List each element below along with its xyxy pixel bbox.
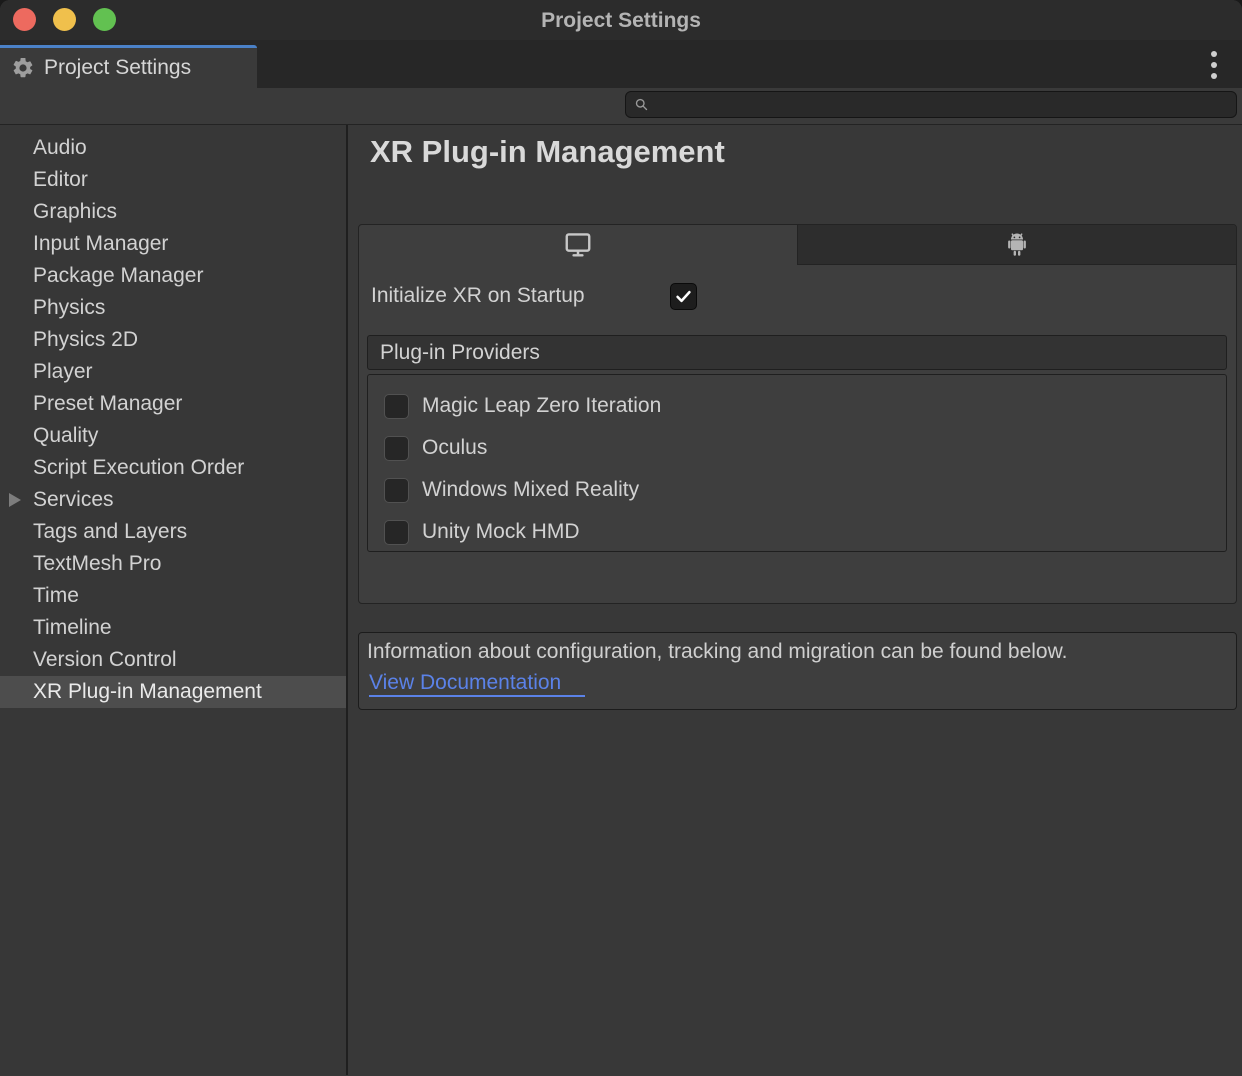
- more-menu-icon[interactable]: [1205, 51, 1223, 79]
- sidebar-item-audio[interactable]: Audio: [0, 132, 346, 164]
- sidebar-item-services[interactable]: Services: [0, 484, 346, 516]
- sidebar-item-label: XR Plug-in Management: [33, 680, 262, 703]
- sidebar-item-script-execution-order[interactable]: Script Execution Order: [0, 452, 346, 484]
- search-box[interactable]: [625, 91, 1237, 118]
- sidebar-item-input-manager[interactable]: Input Manager: [0, 228, 346, 260]
- sidebar-item-version-control[interactable]: Version Control: [0, 644, 346, 676]
- sidebar-item-player[interactable]: Player: [0, 356, 346, 388]
- sidebar-item-label: Input Manager: [33, 232, 168, 255]
- sidebar-item-label: Time: [33, 584, 79, 607]
- sidebar-item-label: Version Control: [33, 648, 177, 671]
- main-panel: XR Plug-in Management: [348, 125, 1242, 1075]
- sidebar-item-label: Editor: [33, 168, 88, 191]
- provider-row-unity-mock-hmd[interactable]: Unity Mock HMD: [368, 511, 1226, 553]
- provider-checkbox-unity-mock-hmd[interactable]: [384, 520, 409, 545]
- sidebar-item-textmesh-pro[interactable]: TextMesh Pro: [0, 548, 346, 580]
- provider-label: Windows Mixed Reality: [422, 478, 639, 502]
- sidebar-item-graphics[interactable]: Graphics: [0, 196, 346, 228]
- providers-list: Magic Leap Zero Iteration Oculus Windows M…: [367, 374, 1227, 552]
- toolbar: [0, 88, 1242, 125]
- provider-label: Magic Leap Zero Iteration: [422, 394, 661, 418]
- sidebar-item-label: Package Manager: [33, 264, 203, 287]
- sidebar-item-label: Audio: [33, 136, 87, 159]
- sidebar-item-tags-and-layers[interactable]: Tags and Layers: [0, 516, 346, 548]
- sidebar-item-label: Physics: [33, 296, 105, 319]
- sidebar-item-timeline[interactable]: Timeline: [0, 612, 346, 644]
- tab-desktop-platform[interactable]: [359, 225, 797, 265]
- search-icon: [634, 97, 649, 112]
- tab-android-platform[interactable]: [797, 225, 1236, 265]
- sidebar-item-package-manager[interactable]: Package Manager: [0, 260, 346, 292]
- sidebar-item-label: Preset Manager: [33, 392, 182, 415]
- sidebar-item-label: TextMesh Pro: [33, 552, 161, 575]
- settings-sidebar: Audio Editor Graphics Input Manager Package …: [0, 125, 348, 1075]
- xr-settings-box: Initialize XR on Startup Plug-in Provide…: [358, 224, 1237, 604]
- initialize-xr-label: Initialize XR on Startup: [371, 284, 585, 308]
- sidebar-item-xr-plug-in-management[interactable]: XR Plug-in Management: [0, 676, 346, 708]
- window-title: Project Settings: [0, 0, 1242, 40]
- desktop-icon: [563, 230, 593, 260]
- sidebar-item-physics-2d[interactable]: Physics 2D: [0, 324, 346, 356]
- sidebar-item-label: Timeline: [33, 616, 112, 639]
- android-icon: [1002, 230, 1032, 260]
- gear-icon: [11, 56, 35, 80]
- sidebar-item-label: Script Execution Order: [33, 456, 244, 479]
- tab-project-settings[interactable]: Project Settings: [0, 45, 257, 88]
- provider-label: Unity Mock HMD: [422, 520, 580, 544]
- info-box: Information about configuration, trackin…: [358, 632, 1237, 710]
- info-text: Information about configuration, trackin…: [367, 640, 1228, 664]
- sidebar-item-label: Player: [33, 360, 93, 383]
- provider-row-magic-leap-zero-iteration[interactable]: Magic Leap Zero Iteration: [368, 385, 1226, 427]
- content: Audio Editor Graphics Input Manager Package …: [0, 125, 1242, 1075]
- sidebar-item-editor[interactable]: Editor: [0, 164, 346, 196]
- sidebar-item-label: Quality: [33, 424, 98, 447]
- sidebar-item-time[interactable]: Time: [0, 580, 346, 612]
- provider-checkbox-magic-leap-zero-iteration[interactable]: [384, 394, 409, 419]
- page-title: XR Plug-in Management: [370, 134, 725, 170]
- search-input[interactable]: [655, 96, 1228, 114]
- sidebar-item-preset-manager[interactable]: Preset Manager: [0, 388, 346, 420]
- provider-row-oculus[interactable]: Oculus: [368, 427, 1226, 469]
- view-documentation-link[interactable]: View Documentation: [369, 671, 585, 697]
- check-icon: [674, 287, 693, 306]
- provider-checkbox-oculus[interactable]: [384, 436, 409, 461]
- sidebar-item-label: Graphics: [33, 200, 117, 223]
- provider-row-windows-mixed-reality[interactable]: Windows Mixed Reality: [368, 469, 1226, 511]
- provider-checkbox-windows-mixed-reality[interactable]: [384, 478, 409, 503]
- sidebar-item-label: Services: [33, 488, 114, 511]
- tab-label: Project Settings: [44, 56, 191, 80]
- sidebar-item-quality[interactable]: Quality: [0, 420, 346, 452]
- initialize-xr-checkbox[interactable]: [670, 283, 697, 310]
- providers-header: Plug-in Providers: [367, 335, 1227, 370]
- titlebar: Project Settings: [0, 0, 1242, 40]
- provider-label: Oculus: [422, 436, 487, 460]
- expand-caret-icon[interactable]: [9, 493, 21, 507]
- sidebar-item-label: Tags and Layers: [33, 520, 187, 543]
- platform-tabs: [359, 225, 1236, 265]
- sidebar-item-physics[interactable]: Physics: [0, 292, 346, 324]
- tab-strip: Project Settings: [0, 40, 1242, 88]
- sidebar-item-label: Physics 2D: [33, 328, 138, 351]
- project-settings-window: Project Settings Project Settings Audio E…: [0, 0, 1242, 1076]
